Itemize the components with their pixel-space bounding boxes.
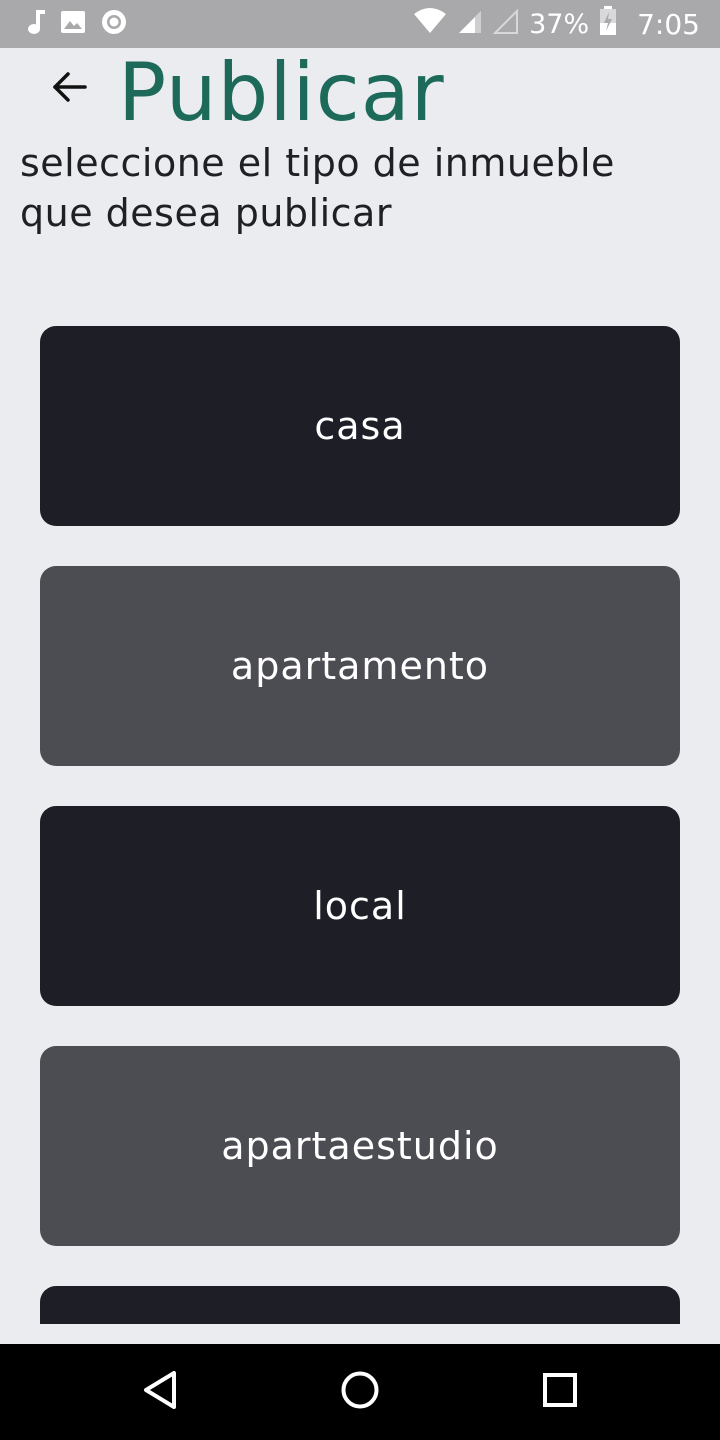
recents-square-icon [542, 1372, 578, 1412]
battery-percent: 37% [529, 8, 590, 40]
page-title: Publicar [118, 46, 445, 139]
signal-icon [457, 8, 483, 41]
property-type-list: casa apartamento local apartaestudio [40, 326, 680, 1324]
home-circle-icon [340, 1370, 380, 1414]
nav-recents-button[interactable] [536, 1368, 584, 1416]
signal-empty-icon [492, 8, 519, 41]
option-label: apartamento [230, 644, 490, 688]
back-button[interactable] [44, 64, 94, 114]
app-header: Publicar [0, 48, 720, 138]
arrow-left-icon [51, 71, 87, 107]
option-apartaestudio-button[interactable]: apartaestudio [40, 1046, 680, 1246]
wifi-icon [413, 7, 447, 41]
status-system-icons: 37% 7:05 [413, 0, 700, 48]
music-note-icon [24, 8, 46, 40]
nav-home-button[interactable] [336, 1368, 384, 1416]
clock: 7:05 [637, 7, 700, 41]
option-label: local [313, 884, 407, 928]
status-notification-icons [24, 10, 128, 38]
option-apartamento-button[interactable]: apartamento [40, 566, 680, 766]
option-label: casa [314, 404, 406, 448]
record-icon [100, 8, 128, 40]
nav-back-button[interactable] [136, 1368, 184, 1416]
option-local-button[interactable]: local [40, 806, 680, 1006]
option-label: apartaestudio [221, 1124, 499, 1168]
image-icon [60, 10, 86, 38]
status-bar: 37% 7:05 [0, 0, 720, 48]
option-casa-button[interactable]: casa [40, 326, 680, 526]
battery-charging-icon [599, 5, 617, 43]
system-navigation-bar [0, 1344, 720, 1440]
page-subtitle: seleccione el tipo de inmueble que desea… [20, 141, 615, 235]
option-partial-button[interactable] [40, 1286, 680, 1324]
back-triangle-icon [142, 1370, 178, 1414]
